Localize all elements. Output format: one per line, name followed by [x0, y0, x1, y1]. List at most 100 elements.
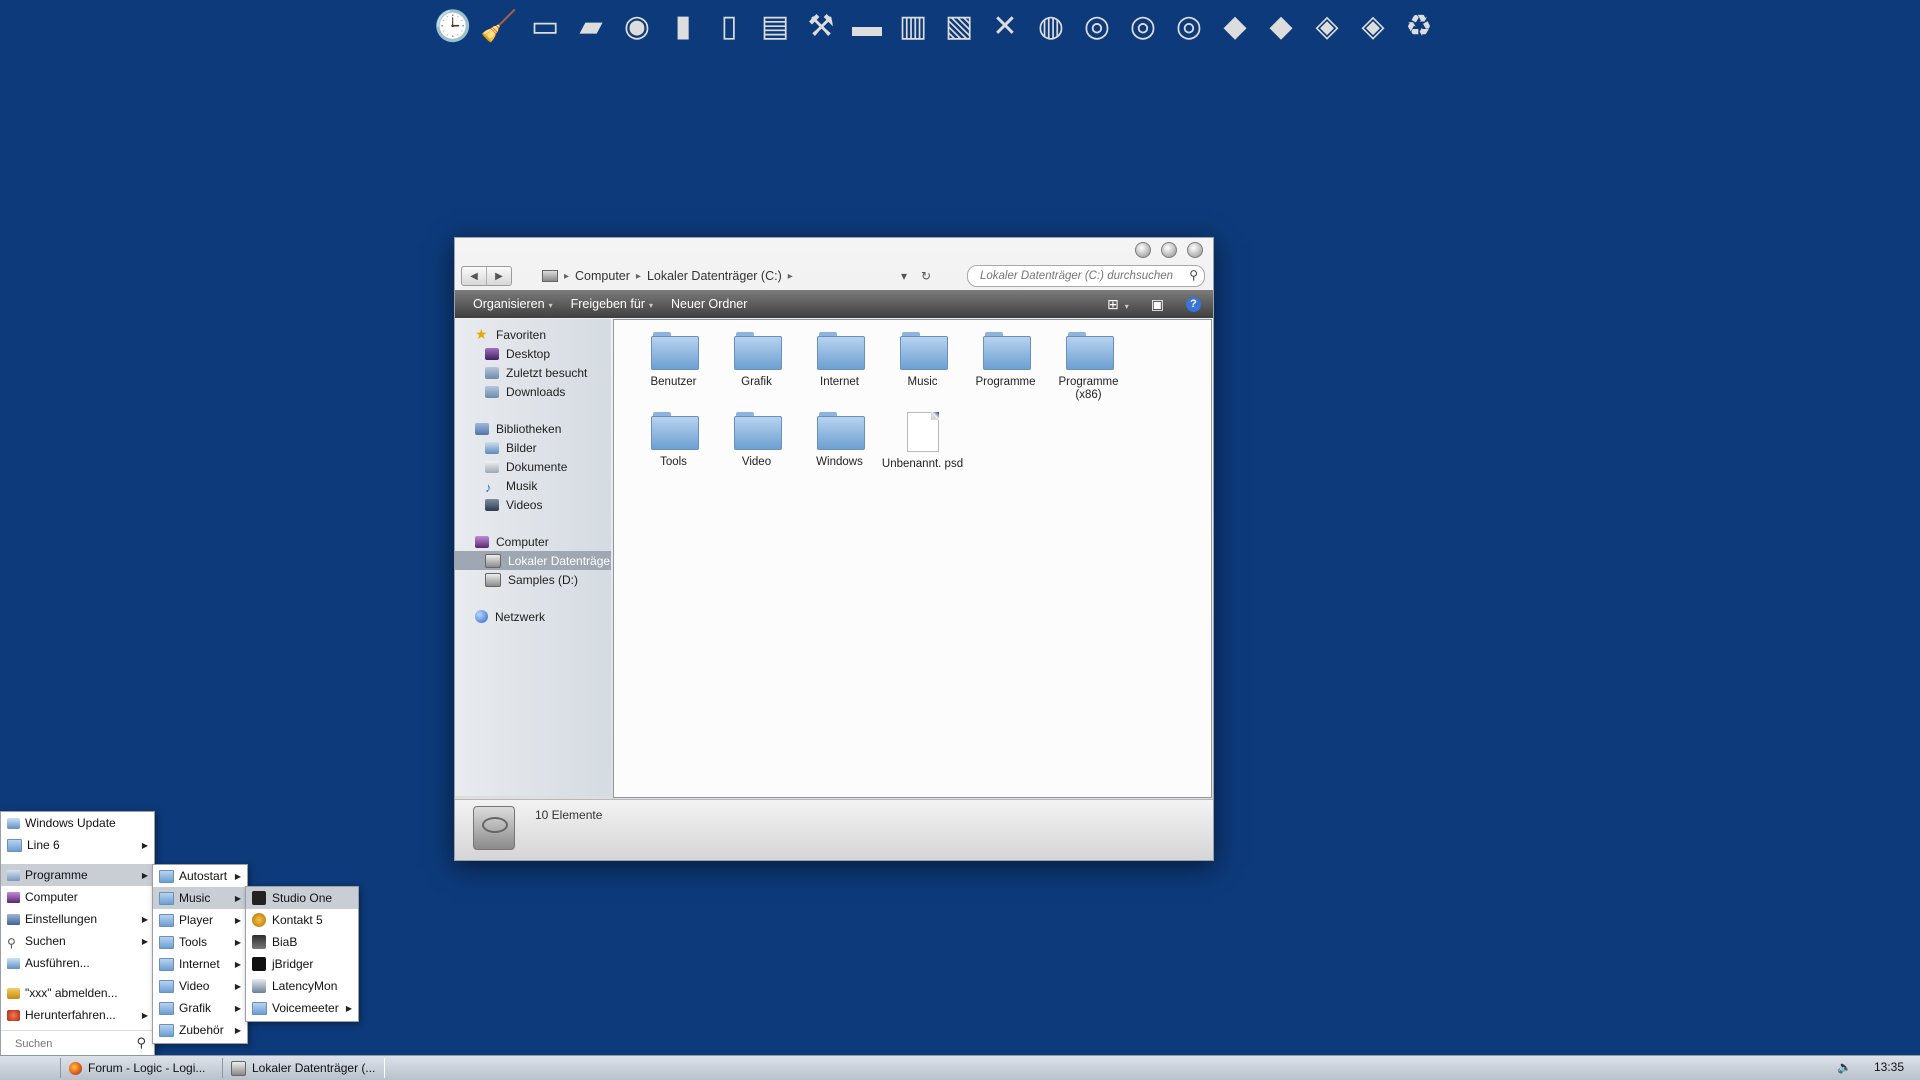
new-folder-button[interactable]: Neuer Ordner: [671, 297, 747, 311]
hard-drive-icon-3[interactable]: ◎: [1166, 4, 1212, 50]
hard-drive-icon-1[interactable]: ◎: [1074, 4, 1120, 50]
nav-recent[interactable]: Zuletzt besucht: [455, 363, 611, 382]
menu-kontakt[interactable]: Kontakt 5: [246, 909, 358, 931]
folder-item[interactable]: Programme (x86): [1047, 330, 1130, 410]
nav-local-disk[interactable]: Lokaler Datenträger: [455, 551, 611, 570]
black-drive-icon-2[interactable]: ◆: [1258, 4, 1304, 50]
folder-icon: [252, 1001, 267, 1015]
printer-icon[interactable]: ▤: [752, 4, 798, 50]
recycle-bin-icon[interactable]: ♻: [1396, 4, 1442, 50]
folder-item[interactable]: Benutzer: [632, 330, 715, 410]
clock[interactable]: 13:35: [1874, 1060, 1904, 1074]
search-icon[interactable]: ⚲: [136, 1035, 146, 1051]
menu-programs[interactable]: Programme ▶: [1, 864, 154, 886]
tools-icon[interactable]: ⚒: [798, 4, 844, 50]
nav-label: Desktop: [506, 346, 551, 361]
folder-item[interactable]: Programme: [964, 330, 1047, 410]
ram-icon[interactable]: ▭: [522, 4, 568, 50]
menu-line6[interactable]: Line 6 ▶: [1, 834, 154, 856]
start-search-input[interactable]: [13, 1037, 137, 1051]
menu-grafik[interactable]: Grafik ▶: [153, 997, 247, 1019]
menu-shutdown[interactable]: Herunterfahren... ▶: [1, 1004, 154, 1026]
forward-button[interactable]: ▶: [486, 267, 511, 285]
menu-music[interactable]: Music ▶: [153, 887, 247, 909]
view-options-icon[interactable]: ⊞ ▾: [1107, 296, 1129, 313]
nav-videos[interactable]: Videos: [455, 495, 611, 514]
menu-search[interactable]: ⚲ Suchen ▶: [1, 930, 154, 952]
volume-icon[interactable]: 🔈: [1837, 1060, 1852, 1074]
menu-run[interactable]: Ausführen...: [1, 952, 154, 974]
folder-item[interactable]: Windows: [798, 410, 881, 490]
chevron-right-icon[interactable]: ▸: [636, 271, 641, 282]
preview-pane-icon[interactable]: ▣: [1151, 296, 1164, 313]
submenu-arrow-icon: ▶: [234, 1003, 241, 1013]
close-button[interactable]: [1187, 242, 1203, 258]
refresh-icon[interactable]: ↻: [921, 269, 931, 283]
maximize-button[interactable]: [1161, 242, 1177, 258]
nav-pictures[interactable]: Bilder: [455, 438, 611, 457]
picture-frame-icon[interactable]: ▰: [568, 4, 614, 50]
folder-item[interactable]: Music: [881, 330, 964, 410]
search-input[interactable]: [978, 269, 1182, 283]
search-icon[interactable]: ⚲: [1189, 268, 1198, 282]
history-dropdown-icon[interactable]: ▾: [901, 269, 907, 283]
taskbar-item-firefox[interactable]: Forum - Logic - Logi...: [60, 1058, 223, 1078]
open-drive-icon-2[interactable]: ◈: [1350, 4, 1396, 50]
chevron-right-icon[interactable]: ▸: [788, 271, 793, 282]
nav-favorites[interactable]: ★ Favoriten: [455, 325, 611, 344]
hard-drive-icon-2[interactable]: ◎: [1120, 4, 1166, 50]
minimize-button[interactable]: [1135, 242, 1151, 258]
clock-calendar-icon[interactable]: 🕒: [430, 4, 476, 50]
programs-icon: [7, 869, 20, 881]
network-cable-icon[interactable]: ✕: [982, 4, 1028, 50]
nav-samples[interactable]: Samples (D:): [455, 570, 611, 589]
menu-tools[interactable]: Tools ▶: [153, 931, 247, 953]
menu-settings[interactable]: Einstellungen ▶: [1, 908, 154, 930]
speaker-icon[interactable]: ◉: [614, 4, 660, 50]
menu-jbridger[interactable]: jBridger: [246, 953, 358, 975]
menu-player[interactable]: Player ▶: [153, 909, 247, 931]
menu-studio-one[interactable]: Studio One: [246, 887, 358, 909]
broom-icon[interactable]: 🧹: [476, 4, 522, 50]
tablet-icon[interactable]: ▮: [660, 4, 706, 50]
help-icon[interactable]: ?: [1186, 296, 1201, 312]
nav-documents[interactable]: Dokumente: [455, 457, 611, 476]
books-icon[interactable]: ▥: [890, 4, 936, 50]
menu-windows-update[interactable]: Windows Update: [1, 812, 154, 834]
binder-icon[interactable]: ▧: [936, 4, 982, 50]
back-button[interactable]: ◀: [462, 267, 486, 285]
black-drive-icon-1[interactable]: ◆: [1212, 4, 1258, 50]
nav-network[interactable]: Netzwerk: [455, 607, 611, 626]
nav-downloads[interactable]: Downloads: [455, 382, 611, 401]
menu-autostart[interactable]: Autostart ▶: [153, 865, 247, 887]
menu-biab[interactable]: BiaB: [246, 931, 358, 953]
menu-zubehoer[interactable]: Zubehör ▶: [153, 1019, 247, 1041]
nav-music[interactable]: ♪ Musik: [455, 476, 611, 495]
taskbar-item-explorer[interactable]: Lokaler Datenträger (...: [222, 1058, 385, 1078]
menu-latencymon[interactable]: LatencyMon: [246, 975, 358, 997]
globe-icon[interactable]: ◍: [1028, 4, 1074, 50]
menu-video[interactable]: Video ▶: [153, 975, 247, 997]
share-button[interactable]: Freigeben für ▾: [571, 297, 653, 311]
menu-internet[interactable]: Internet ▶: [153, 953, 247, 975]
menu-computer[interactable]: Computer: [1, 886, 154, 908]
organize-button[interactable]: Organisieren ▾: [473, 297, 553, 311]
scanner-icon[interactable]: ▬: [844, 4, 890, 50]
nav-libraries[interactable]: Bibliotheken: [455, 419, 611, 438]
menu-voicemeeter[interactable]: Voicemeeter ▶: [246, 997, 358, 1019]
nav-computer[interactable]: Computer: [455, 532, 611, 551]
breadcrumb-local-disk[interactable]: Lokaler Datenträger (C:): [647, 269, 782, 283]
breadcrumb-computer[interactable]: Computer: [575, 269, 630, 283]
menu-logoff[interactable]: "xxx" abmelden...: [1, 982, 154, 1004]
chevron-right-icon[interactable]: ▸: [564, 271, 569, 282]
open-drive-icon-1[interactable]: ◈: [1304, 4, 1350, 50]
nav-desktop[interactable]: Desktop: [455, 344, 611, 363]
folder-item[interactable]: Video: [715, 410, 798, 490]
folder-item[interactable]: Grafik: [715, 330, 798, 410]
folder-item[interactable]: Tools: [632, 410, 715, 490]
folder-item[interactable]: Internet: [798, 330, 881, 410]
file-label: Programme: [975, 376, 1036, 388]
windows-update-icon: [7, 817, 20, 829]
file-item[interactable]: Unbenannt. psd: [881, 410, 964, 490]
phone-icon[interactable]: ▯: [706, 4, 752, 50]
